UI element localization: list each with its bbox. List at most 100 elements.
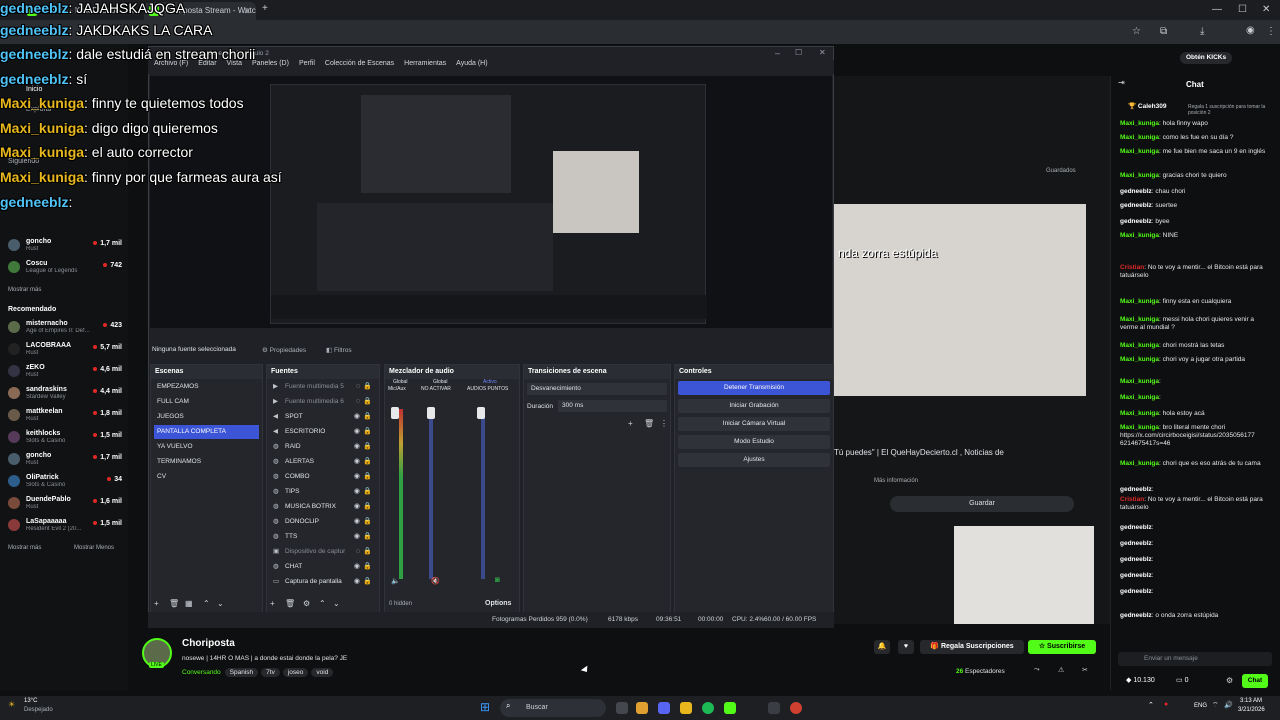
more-info-link[interactable]: Más información: [874, 478, 918, 484]
tag[interactable]: 7tv: [261, 668, 280, 677]
chat-username[interactable]: Maxi_kuniga: [1120, 342, 1159, 349]
volume-icon[interactable]: 🔊: [1224, 701, 1233, 709]
remove-source-button[interactable]: 🗑: [285, 599, 295, 608]
visibility-icon[interactable]: ◉: [354, 440, 360, 454]
points[interactable]: ◆ 10.130: [1126, 676, 1155, 684]
lock-icon[interactable]: 🔒: [363, 470, 372, 484]
start-recording-button[interactable]: Iniciar Grabación: [678, 399, 830, 413]
speaker-icon[interactable]: 🔈: [391, 577, 400, 585]
source-settings-icon[interactable]: ⚙: [303, 599, 310, 608]
menu-docks[interactable]: Paneles (D): [252, 60, 289, 67]
visibility-icon[interactable]: ◌: [356, 395, 360, 409]
source-item[interactable]: ▶ Fuente multimedia 6 ◌ 🔒: [270, 395, 376, 409]
close-icon[interactable]: ✕: [243, 2, 251, 20]
gift-subs-button[interactable]: 🎁 Regala Suscripciones: [920, 640, 1024, 654]
menu-profile[interactable]: Perfil: [299, 60, 315, 67]
star-icon[interactable]: ☆: [1132, 26, 1141, 37]
settings-button[interactable]: Ajustes: [678, 453, 830, 467]
source-item[interactable]: ◀ SPOT ◉ 🔒: [270, 410, 376, 424]
lock-icon[interactable]: 🔒: [363, 455, 372, 469]
sidebar-channel[interactable]: goncho Rust 1,7 mil: [8, 236, 122, 256]
report-icon[interactable]: ⚠: [1058, 666, 1064, 674]
lock-icon[interactable]: 🔒: [363, 485, 372, 499]
visibility-icon[interactable]: ◉: [354, 575, 360, 589]
lock-icon[interactable]: 🔒: [363, 530, 372, 544]
sidebar-channel[interactable]: keithlocks Slots & Casino 1,5 mil: [8, 428, 122, 448]
menu-tools[interactable]: Herramientas: [404, 60, 446, 67]
profile-avatar[interactable]: ◉: [1246, 25, 1255, 36]
sidebar-channel[interactable]: misternacho Age of Empires II: Def... 423: [8, 318, 122, 338]
chat-username[interactable]: Maxi_kuniga: [1120, 120, 1159, 127]
subscribe-button[interactable]: ☆ Suscribirse: [1028, 640, 1096, 654]
lock-icon[interactable]: 🔒: [363, 545, 372, 559]
visibility-icon[interactable]: ◉: [354, 455, 360, 469]
scene-item[interactable]: JUEGOS: [154, 410, 259, 424]
chrome-icon[interactable]: [636, 702, 648, 714]
chat-username[interactable]: Maxi_kuniga: [1120, 378, 1159, 385]
move-down-icon[interactable]: ⌄: [333, 599, 340, 608]
more-icon[interactable]: ⋮: [660, 419, 668, 428]
tag[interactable]: void: [311, 668, 334, 677]
chat-username[interactable]: Maxi_kuniga: [1120, 232, 1159, 239]
task-view-icon[interactable]: [616, 702, 628, 714]
filters-button[interactable]: ◧ Filtros: [326, 346, 352, 354]
minimize-icon[interactable]: –: [775, 48, 780, 58]
duration-input[interactable]: 300 ms: [558, 400, 667, 412]
sidebar-channel[interactable]: zEKO Rust 4,6 mil: [8, 362, 122, 382]
chat-username[interactable]: Maxi_kuniga: [1120, 394, 1159, 401]
visibility-icon[interactable]: ◉: [354, 515, 360, 529]
chat-username[interactable]: Cristian: [1120, 264, 1144, 271]
scene-item[interactable]: EMPEZAMOS: [154, 380, 259, 394]
mute-icon[interactable]: 🔇: [431, 577, 440, 585]
chat-username[interactable]: Maxi_kuniga: [1120, 316, 1159, 323]
heart-icon[interactable]: ♥: [898, 640, 914, 654]
chat-username[interactable]: gedneeblz: [1120, 188, 1152, 195]
save-button[interactable]: Guardar: [890, 496, 1074, 512]
tag[interactable]: Spanish: [224, 668, 259, 677]
sidebar-channel[interactable]: Coscu League of Legends 742: [8, 258, 122, 278]
clip-icon[interactable]: ✂: [1082, 666, 1088, 674]
add-source-button[interactable]: +: [270, 599, 275, 608]
category-link[interactable]: Conversando: [182, 669, 221, 676]
scene-item[interactable]: TERMINAMOS: [154, 455, 259, 469]
channel-name[interactable]: Choriposta: [182, 638, 235, 649]
sidebar-channel[interactable]: DuendePablo Rust 1,6 mil: [8, 494, 122, 514]
maximize-icon[interactable]: ☐: [1238, 4, 1247, 15]
transition-select[interactable]: Desvanecimiento: [527, 383, 667, 395]
menu-icon[interactable]: ⋮: [1266, 26, 1276, 37]
lock-icon[interactable]: 🔒: [363, 575, 372, 589]
sidebar-channel[interactable]: sandraskins Stardew Valley 4,4 mil: [8, 384, 122, 404]
close-icon[interactable]: ✕: [819, 48, 826, 57]
taskbar-search[interactable]: Buscar: [500, 699, 606, 717]
scene-item[interactable]: YA VUELVO: [154, 440, 259, 454]
lock-icon[interactable]: 🔒: [363, 425, 372, 439]
related-thumbnail[interactable]: [954, 526, 1094, 624]
chat-username[interactable]: Maxi_kuniga: [1120, 356, 1159, 363]
source-item[interactable]: ▣ Dispositivo de captur ◌ 🔒: [270, 545, 376, 559]
source-item[interactable]: ▭ Captura de pantalla ◉ 🔒: [270, 575, 376, 589]
scene-item[interactable]: FULL CAM: [154, 395, 259, 409]
lock-icon[interactable]: 🔒: [363, 440, 372, 454]
remove-scene-button[interactable]: 🗑: [169, 599, 179, 608]
bell-icon[interactable]: 🔔: [874, 640, 890, 654]
new-tab-icon[interactable]: +: [262, 3, 268, 14]
visibility-icon[interactable]: ◌: [356, 545, 360, 559]
chat-username[interactable]: gedneeblz: [1120, 612, 1152, 619]
visibility-icon[interactable]: ◉: [354, 470, 360, 484]
source-item[interactable]: ◍ CHAT ◉ 🔒: [270, 560, 376, 574]
sidebar-channel[interactable]: LaSapaaaaa Resident Evil 2 (20... 1,5 mil: [8, 516, 122, 536]
visibility-icon[interactable]: ◉: [354, 560, 360, 574]
source-item[interactable]: ◍ RAID ◉ 🔒: [270, 440, 376, 454]
sidebar-channel[interactable]: LACOBRAAA Rust 5,7 mil: [8, 340, 122, 360]
weather-icon[interactable]: ☀: [8, 700, 15, 709]
kicks-count[interactable]: ▭ 0: [1176, 676, 1188, 684]
menu-help[interactable]: Ayuda (H): [456, 60, 487, 67]
spotify-icon[interactable]: [702, 702, 714, 714]
move-up-icon[interactable]: ⌃: [203, 599, 210, 608]
nav-home[interactable]: Inicio: [26, 86, 42, 93]
lock-icon[interactable]: 🔒: [363, 410, 372, 424]
move-up-icon[interactable]: ⌃: [319, 599, 326, 608]
visibility-icon[interactable]: ◉: [354, 485, 360, 499]
chat-username[interactable]: gedneeblz: [1120, 202, 1152, 209]
tray-app-icon[interactable]: ●: [1164, 701, 1168, 708]
